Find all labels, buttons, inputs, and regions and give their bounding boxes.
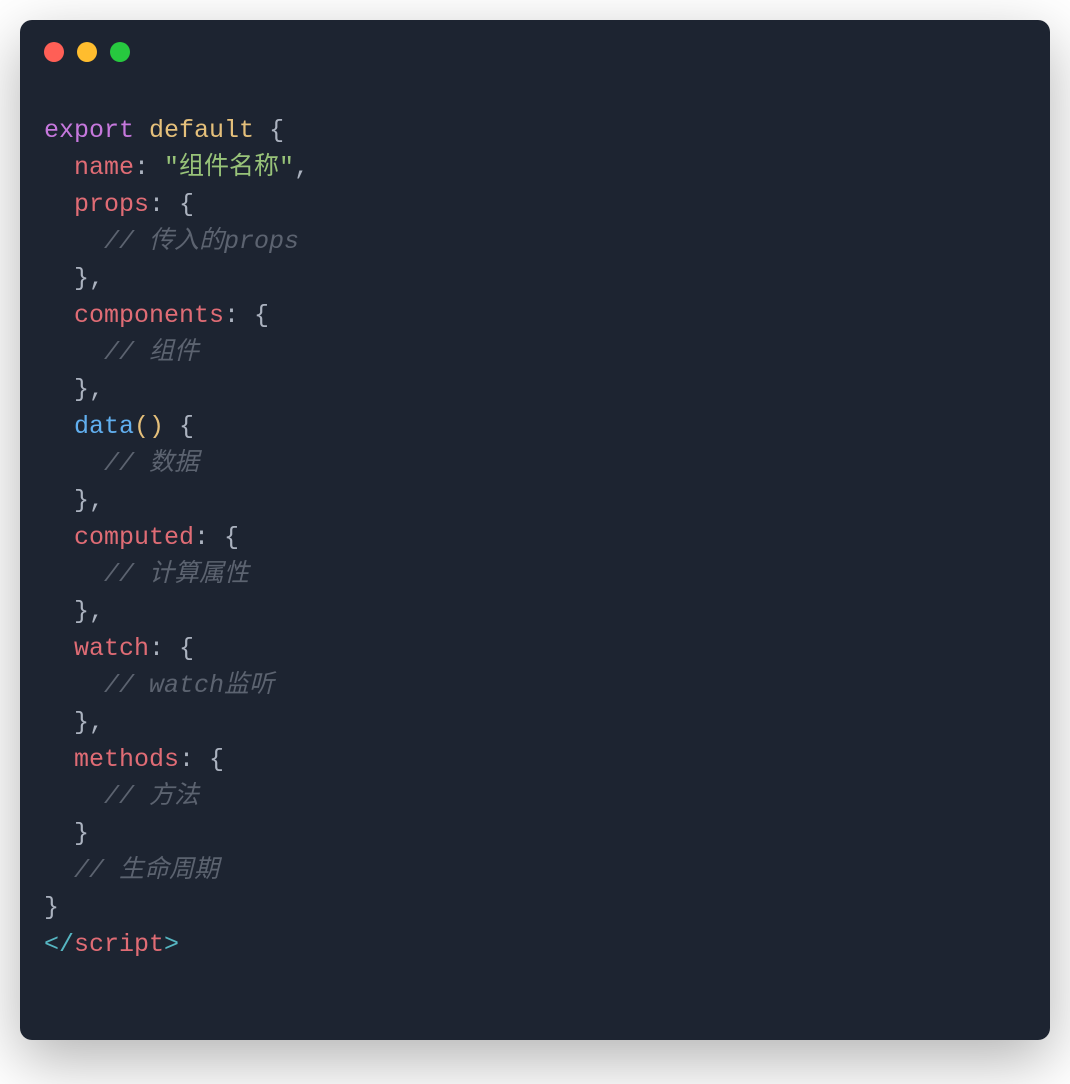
keyword-export: export xyxy=(44,116,134,145)
comment-components: // 组件 xyxy=(104,338,199,367)
property-watch: watch xyxy=(74,634,149,663)
window-header xyxy=(20,20,1050,72)
comment-props: // 传入的props xyxy=(104,227,299,256)
open-brace: { xyxy=(254,116,284,145)
comment-computed: // 计算属性 xyxy=(104,560,249,589)
comment-data: // 数据 xyxy=(104,449,199,478)
property-props: props xyxy=(74,190,149,219)
maximize-button[interactable] xyxy=(110,42,130,62)
code-content: export default { name: "组件名称", props: { … xyxy=(20,72,1050,983)
code-window: export default { name: "组件名称", props: { … xyxy=(20,20,1050,1040)
comment-lifecycle: // 生命周期 xyxy=(74,856,219,885)
property-name: name xyxy=(74,153,134,182)
comment-methods: // 方法 xyxy=(104,782,199,811)
property-computed: computed xyxy=(74,523,194,552)
script-close-tag: script xyxy=(74,930,164,959)
property-components: components xyxy=(74,301,224,330)
method-data: data xyxy=(74,412,134,441)
comment-watch: // watch监听 xyxy=(104,671,274,700)
close-button[interactable] xyxy=(44,42,64,62)
keyword-default: default xyxy=(149,116,254,145)
property-methods: methods xyxy=(74,745,179,774)
minimize-button[interactable] xyxy=(77,42,97,62)
string-value: "组件名称" xyxy=(164,153,294,182)
